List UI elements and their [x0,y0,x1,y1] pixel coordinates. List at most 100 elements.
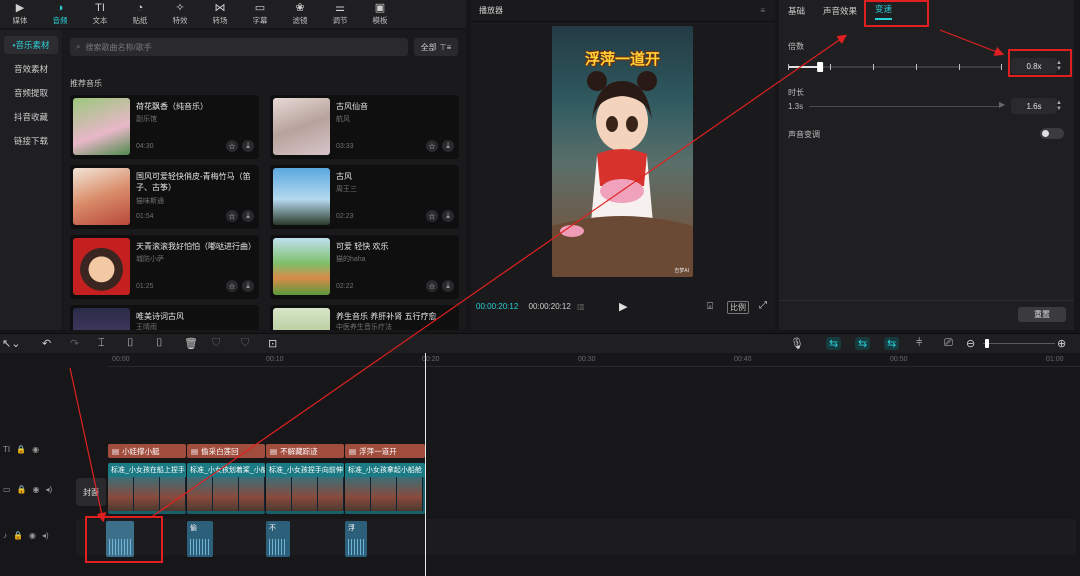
video-clip[interactable]: 标准_小女孩捏手向前伸 [266,463,344,514]
download-icon[interactable]: ⤓ [442,140,454,152]
download-icon[interactable]: ⤓ [242,140,254,152]
split-left-icon[interactable]: ⌷ [127,337,134,350]
text-clip[interactable]: ▤ 不解藏踪迹 [266,444,344,458]
video-clip[interactable]: 标准_小女孩划着桨_小船 [187,463,265,514]
duration-value-field[interactable]: 1.6s [1011,98,1057,114]
zoom-out-icon[interactable]: ⊖ [966,337,975,350]
text-track-header: TI 🔒 ◉ [0,445,70,454]
time-ruler[interactable]: 00:00 00:10 00:20 00:30 00:40 00:50 01:0… [108,353,1080,367]
menu-icon[interactable]: ≡ [760,6,765,15]
preview-icon[interactable]: ⎚ [944,337,953,350]
music-thumbnail [273,168,330,225]
nav-music-assets[interactable]: • 音乐素材 [4,36,58,54]
visibility-icon[interactable]: ◉ [33,485,40,494]
nav-sound-effects[interactable]: 音效素材 [4,60,58,78]
play-icon[interactable]: ▶ [619,300,627,313]
music-card[interactable]: 古风 周王三 02:23 ☆ ⤓ [270,165,459,229]
duration-original: 1.3s [788,102,804,111]
toolbar-sticker[interactable]: ◔ 贴纸 [120,0,160,28]
text-clip[interactable]: ▤ 浮萍一道开 [345,444,425,458]
timeline-grid-icon[interactable]: ▥ [577,302,585,311]
music-card[interactable]: 可爱 轻快 欢乐 猫的haha 02:22 ☆ ⤓ [270,235,459,299]
favorite-icon[interactable]: ☆ [226,140,238,152]
nav-douyin-favorites[interactable]: 抖音收藏 [4,108,58,126]
split-right-icon[interactable]: ⌷ [156,337,163,350]
visibility-icon[interactable]: ◉ [29,531,36,540]
favorite-icon[interactable]: ☆ [426,210,438,222]
download-icon[interactable]: ⤓ [442,210,454,222]
video-track-icon: ▭ [3,485,11,494]
microphone-icon[interactable]: 🎙 [790,337,804,350]
audio-clip[interactable]: 浮 [345,521,367,557]
toolbar-audio[interactable]: ◑ 音频 [40,0,80,28]
reset-button[interactable]: 重置 [1018,307,1066,322]
toolbar-transition[interactable]: ⋈ 转场 [200,0,240,28]
text-clip[interactable]: ▤ 小娃撑小艇 [108,444,186,458]
toolbar-adjust[interactable]: ⚌ 调节 [320,0,360,28]
arrow-right-icon: ▶ [999,100,1006,109]
lock-icon[interactable]: 🔒 [16,445,26,454]
link-audio-icon[interactable]: ⇆ [855,337,871,350]
toolbar-text[interactable]: TI 文本 [80,0,120,28]
speed-label: 倍数 [788,42,804,51]
playhead[interactable] [425,353,426,576]
visibility-icon[interactable]: ◉ [32,445,39,454]
link-main-track-icon[interactable]: ⇆ [826,337,842,350]
mute-icon[interactable]: ◂) [46,485,53,494]
split-icon[interactable]: ⌶ [98,337,105,350]
music-card[interactable]: 天青滚滚我好怕怕（嘟哒进行曲） 城防小萨 01:25 ☆ ⤓ [70,235,259,299]
toolbar-template[interactable]: ▣ 模板 [360,0,400,28]
music-card[interactable]: 荷花飘香（纯音乐） 副乐馆 04:30 ☆ ⤓ [70,95,259,159]
music-card[interactable]: 古风仙音 航风 03:33 ☆ ⤓ [270,95,459,159]
nav-link-download[interactable]: 链接下载 [4,132,58,150]
zoom-in-icon[interactable]: ⊕ [1057,337,1066,350]
delete-icon[interactable]: 🗑 [184,337,198,350]
mute-icon[interactable]: ◂) [42,531,49,540]
favorite-icon[interactable]: ☆ [426,140,438,152]
screenshot-icon[interactable]: ⌻ [707,301,713,312]
redo-icon[interactable]: ↷ [70,337,79,350]
lock-icon[interactable]: 🔒 [17,485,27,494]
speed-slider[interactable] [788,59,1004,75]
audio-clip[interactable]: 偷 [187,521,213,557]
ratio-button[interactable]: 比例 [727,301,749,314]
tab-sound-effects[interactable]: 声音效果 [823,5,857,17]
music-card[interactable]: 国风可爱轻快俏皮-青梅竹马（笛子、古筝） 猫味斯通 01:54 ☆ ⤓ [70,165,259,229]
toolbar-filter[interactable]: ❀ 滤镜 [280,0,320,28]
mask-icon[interactable]: ⛉ [241,337,249,350]
tab-basic[interactable]: 基础 [788,5,805,17]
nav-audio-extract[interactable]: 音频提取 [4,84,58,102]
duration-stepper[interactable]: ▲ ▼ [1054,98,1064,114]
video-clip[interactable]: 标准_小女孩拿起小船舱 [345,463,425,514]
toolbar-media[interactable]: ▶ 媒体 [0,0,40,28]
toolbar-subtitle[interactable]: ▭ 字幕 [240,0,280,28]
zoom-slider[interactable] [983,343,1055,344]
undo-icon[interactable]: ↶ [42,337,51,350]
pitch-toggle[interactable] [1040,128,1064,139]
download-icon[interactable]: ⤓ [242,280,254,292]
audio-clip[interactable]: 不 [266,521,290,557]
lock-icon[interactable]: 🔒 [13,531,23,540]
cover-button[interactable]: 封面 [76,478,106,506]
text-clip[interactable]: ▤ 偷采白莲回 [187,444,265,458]
crop-icon[interactable]: ⊡ [268,337,277,350]
toolbar-effects[interactable]: ✧ 特效 [160,0,200,28]
download-icon[interactable]: ⤓ [442,280,454,292]
freeze-icon[interactable]: ⛉ [212,337,220,350]
fullscreen-icon[interactable]: ⤢ [759,300,767,311]
center-icon[interactable]: ⫩ [916,337,922,350]
favorite-icon[interactable]: ☆ [426,280,438,292]
music-card[interactable]: 养生音乐 养肝补肾 五行疗愈 中医养生音乐疗法 [270,305,459,330]
video-clip[interactable]: 标准_小女孩在船上捏手 [108,463,186,514]
music-thumbnail [273,238,330,295]
music-card[interactable]: 唯美诗词古风 王晴雨 [70,305,259,330]
duration-label: 时长 [788,88,804,97]
favorite-icon[interactable]: ☆ [226,210,238,222]
snap-icon[interactable]: ⇆ [884,337,900,350]
filter-all-button[interactable]: 全部 ⊤≡ [414,38,458,56]
download-icon[interactable]: ⤓ [242,210,254,222]
music-search-input[interactable]: ⌕ 搜索歌曲名称/歌手 [70,38,408,56]
favorite-icon[interactable]: ☆ [226,280,238,292]
zoom-knob[interactable] [985,339,989,348]
select-cursor-icon[interactable]: ↖⌄ [2,337,20,350]
